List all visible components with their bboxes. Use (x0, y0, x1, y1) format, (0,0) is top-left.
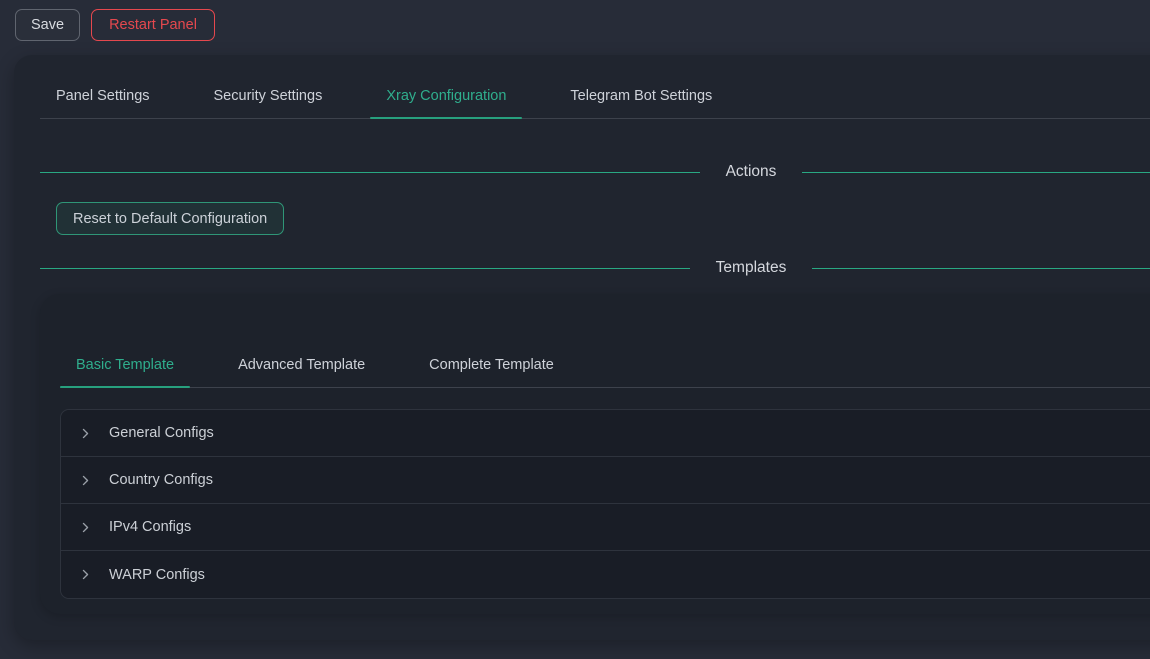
tab-panel-settings[interactable]: Panel Settings (40, 73, 166, 118)
settings-card: Panel Settings Security Settings Xray Co… (14, 55, 1150, 640)
tab-telegram-bot-settings[interactable]: Telegram Bot Settings (554, 73, 728, 118)
reset-default-configuration-button[interactable]: Reset to Default Configuration (56, 202, 284, 235)
accordion-label: IPv4 Configs (109, 519, 191, 535)
actions-row: Reset to Default Configuration (56, 202, 1150, 235)
actions-section-title: Actions (700, 163, 803, 181)
accordion-label: WARP Configs (109, 567, 205, 583)
divider-line (40, 172, 700, 173)
actions-section-divider: Actions (40, 161, 1150, 183)
templates-section-divider: Templates (40, 257, 1150, 279)
app-window: Save Restart Panel Panel Settings Securi… (0, 0, 1150, 659)
config-accordion: General Configs Country Configs IPv4 Con… (60, 409, 1150, 599)
save-button[interactable]: Save (15, 9, 80, 41)
accordion-row-general-configs[interactable]: General Configs (61, 410, 1150, 457)
tab-advanced-template[interactable]: Advanced Template (222, 342, 381, 387)
chevron-right-icon (78, 568, 92, 582)
settings-tab-bar: Panel Settings Security Settings Xray Co… (40, 73, 1150, 119)
templates-card: Basic Template Advanced Template Complet… (40, 294, 1150, 614)
templates-tab-bar: Basic Template Advanced Template Complet… (60, 342, 1150, 388)
divider-line (40, 268, 690, 269)
topbar: Save Restart Panel (0, 0, 1150, 50)
chevron-right-icon (78, 426, 92, 440)
divider-line (802, 172, 1150, 173)
divider-line (812, 268, 1150, 269)
accordion-row-ipv4-configs[interactable]: IPv4 Configs (61, 504, 1150, 551)
tab-complete-template[interactable]: Complete Template (413, 342, 570, 387)
chevron-right-icon (78, 473, 92, 487)
accordion-label: General Configs (109, 425, 214, 441)
tab-basic-template[interactable]: Basic Template (60, 342, 190, 387)
accordion-row-country-configs[interactable]: Country Configs (61, 457, 1150, 504)
accordion-row-warp-configs[interactable]: WARP Configs (61, 551, 1150, 598)
tab-xray-configuration[interactable]: Xray Configuration (370, 73, 522, 118)
chevron-right-icon (78, 520, 92, 534)
accordion-label: Country Configs (109, 472, 213, 488)
templates-section-title: Templates (690, 259, 813, 277)
restart-panel-button[interactable]: Restart Panel (91, 9, 215, 41)
tab-security-settings[interactable]: Security Settings (198, 73, 339, 118)
